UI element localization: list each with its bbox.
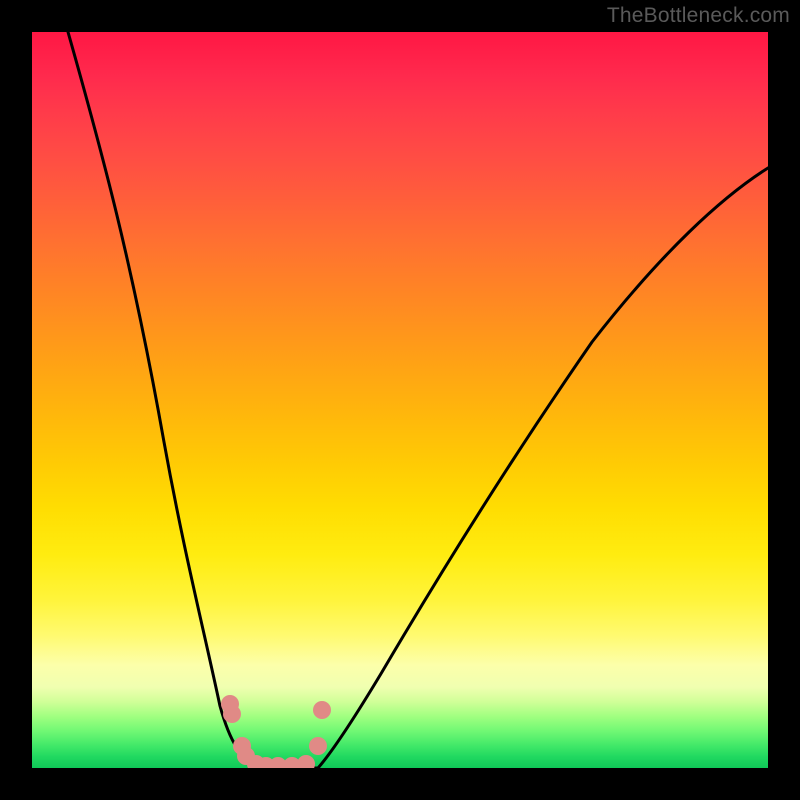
plot-area [32, 32, 768, 768]
outer-frame: TheBottleneck.com [0, 0, 800, 800]
curve-left-branch [68, 32, 260, 768]
marker-dot [309, 737, 327, 755]
marker-dot [223, 705, 241, 723]
marker-dot [297, 755, 315, 768]
curve-right-branch [318, 168, 768, 768]
marker-group [221, 695, 331, 768]
watermark-text: TheBottleneck.com [607, 4, 790, 28]
chart-svg [32, 32, 768, 768]
marker-dot [313, 701, 331, 719]
